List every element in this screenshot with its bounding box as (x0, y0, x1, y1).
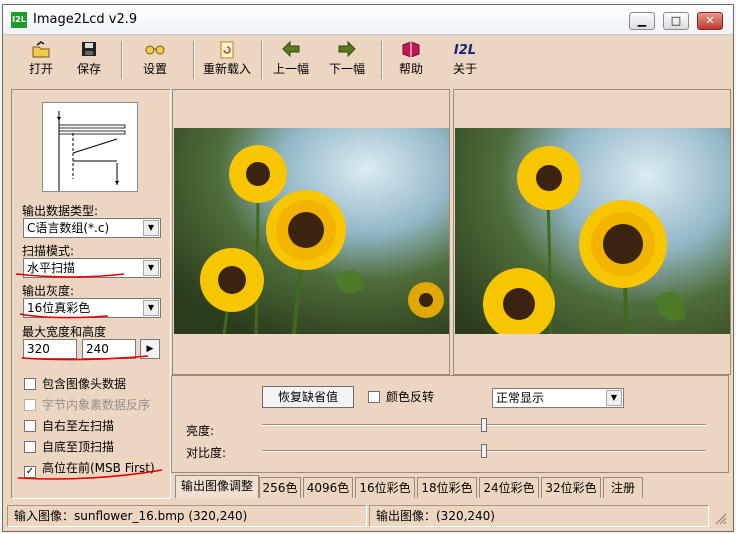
toolbar-separator (193, 41, 195, 79)
arrow-left-icon (269, 40, 313, 61)
help-book-icon (393, 41, 429, 61)
arrow-right-icon (325, 40, 369, 61)
save-button[interactable]: 保存 (71, 39, 107, 81)
output-image-status: 输出图像：(320,240) (369, 505, 709, 527)
toolbar: 打开 保存 设置 重新载入 上一幅 下一幅 帮助 I2L 关于 (9, 37, 729, 83)
contrast-slider-thumb[interactable] (481, 444, 487, 458)
app-icon: I2L (11, 12, 27, 28)
open-button[interactable]: 打开 (23, 39, 59, 81)
tab-256-color[interactable]: 256色 (259, 477, 301, 498)
checkbox[interactable] (368, 391, 380, 403)
input-image-status: 输入图像：sunflower_16.bmp (320,240) (7, 505, 367, 527)
tab-register[interactable]: 注册 (603, 477, 643, 498)
help-button[interactable]: 帮助 (393, 39, 429, 81)
settings-panel: 输出数据类型: C语言数组(*.c) ▼ 扫描模式: 水平扫描 ▼ 输出灰度: … (11, 89, 171, 499)
app-window: I2L Image2Lcd v2.9 ▁ □ ✕ 打开 保存 设置 重新载入 上… (2, 4, 734, 532)
minimize-button[interactable]: ▁ (629, 12, 655, 30)
window-title: Image2Lcd v2.9 (33, 12, 138, 27)
previous-image-button[interactable]: 上一幅 (269, 39, 313, 81)
reload-button[interactable]: 重新载入 (201, 39, 253, 81)
maximize-button[interactable]: □ (663, 12, 689, 30)
settings-button[interactable]: 设置 (135, 39, 175, 81)
image-adjust-panel: 恢复缺省值 颜色反转 正常显示 ▼ 亮度: 对比度: (171, 375, 729, 473)
tab-16bit-color[interactable]: 16位彩色 (355, 477, 415, 498)
output-image-preview (453, 89, 731, 375)
output-sunflower-image (455, 128, 730, 334)
chevron-down-icon[interactable]: ▼ (606, 390, 622, 406)
toolbar-separator (381, 41, 383, 79)
red-annotation-marks (15, 273, 163, 480)
glasses-icon (135, 41, 175, 61)
about-logo-icon: I2L (453, 43, 477, 58)
open-folder-icon (23, 41, 59, 61)
floppy-disk-icon (71, 41, 107, 61)
brightness-label: 亮度: (186, 424, 215, 438)
close-button[interactable]: ✕ (697, 12, 723, 30)
tab-32bit-color[interactable]: 32位彩色 (541, 477, 601, 498)
status-bar: 输入图像：sunflower_16.bmp (320,240) 输出图像：(32… (3, 503, 733, 531)
input-image-preview (172, 89, 450, 375)
about-button[interactable]: I2L 关于 (447, 39, 483, 81)
invert-color-checkbox[interactable]: 颜色反转 (368, 390, 434, 406)
resize-grip-icon[interactable] (713, 511, 727, 525)
tab-24bit-color[interactable]: 24位彩色 (479, 477, 539, 498)
title-bar[interactable]: I2L Image2Lcd v2.9 ▁ □ ✕ (3, 5, 733, 35)
next-image-button[interactable]: 下一幅 (325, 39, 369, 81)
contrast-label: 对比度: (186, 446, 227, 460)
toolbar-separator (121, 41, 123, 79)
tab-4096-color[interactable]: 4096色 (303, 477, 353, 498)
input-sunflower-image (174, 128, 449, 334)
restore-default-button[interactable]: 恢复缺省值 (262, 386, 354, 408)
reload-document-icon (201, 41, 253, 61)
display-mode-select[interactable]: 正常显示 ▼ (492, 388, 624, 408)
toolbar-separator (261, 41, 263, 79)
tab-18bit-color[interactable]: 18位彩色 (417, 477, 477, 498)
brightness-slider-thumb[interactable] (481, 418, 487, 432)
tab-output-adjust[interactable]: 输出图像调整 (175, 475, 259, 498)
